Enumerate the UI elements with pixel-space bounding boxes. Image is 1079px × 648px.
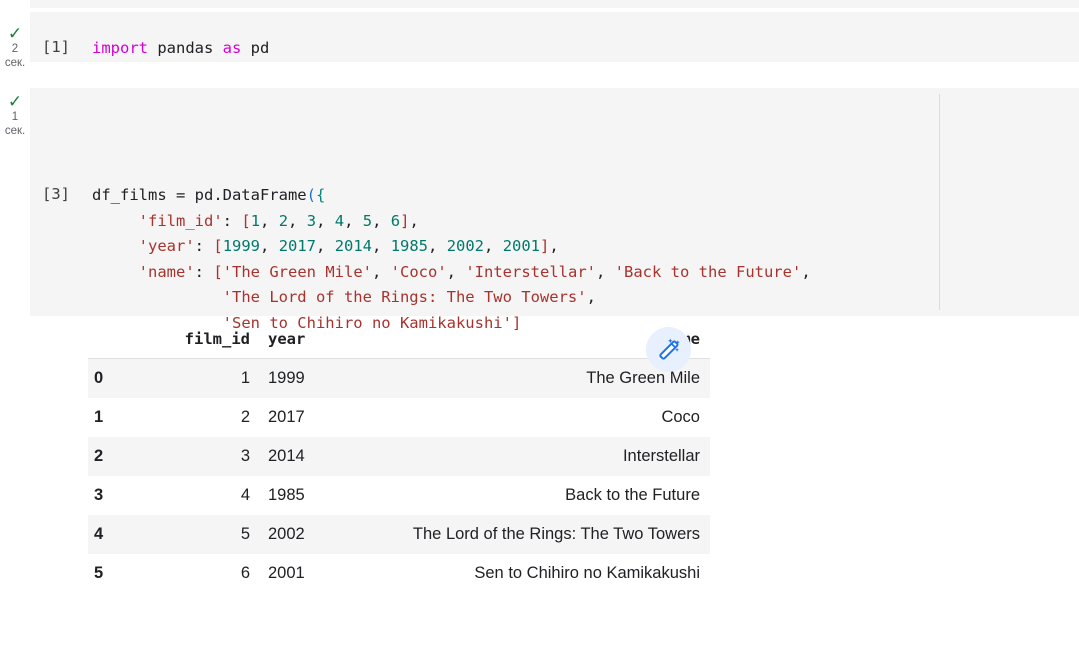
cell-name: Sen to Chihiro no Kamikakushi <box>332 554 710 593</box>
execution-status-cell-1: ✓ 2 сек. <box>0 26 30 70</box>
code-editor-cell-1[interactable]: import pandas as pd <box>92 36 269 62</box>
cell-prompt-label: [1] <box>42 38 70 56</box>
cell-year: 2014 <box>258 437 332 476</box>
cell-year: 2002 <box>258 515 332 554</box>
cell-film-id: 3 <box>134 437 258 476</box>
cell-index: 3 <box>88 476 134 515</box>
code-token-keyword-import: import <box>92 39 148 57</box>
code-token-module-pandas: pandas <box>148 39 223 57</box>
cell-film-id: 1 <box>134 359 258 399</box>
code-cell-partial-above <box>30 0 1079 8</box>
check-icon: ✓ <box>0 94 30 110</box>
execution-status-cell-2: ✓ 1 сек. <box>0 94 30 138</box>
magic-wand-icon <box>656 337 682 363</box>
cell-film-id: 4 <box>134 476 258 515</box>
dataframe-table: film_id year name 0 1 1999 The Green Mil… <box>88 330 710 593</box>
code-cell-1[interactable]: [1] import pandas as pd <box>30 12 1079 62</box>
cell-name: Back to the Future <box>332 476 710 515</box>
dataframe-body: 0 1 1999 The Green Mile 1 2 2017 Coco 2 … <box>88 359 710 594</box>
cell-index: 4 <box>88 515 134 554</box>
check-icon: ✓ <box>0 26 30 42</box>
table-row: 0 1 1999 The Green Mile <box>88 359 710 399</box>
table-row: 2 3 2014 Interstellar <box>88 437 710 476</box>
column-header-year: year <box>258 330 332 359</box>
table-row: 3 4 1985 Back to the Future <box>88 476 710 515</box>
execution-time-unit: сек. <box>0 124 30 138</box>
cell-name: Interstellar <box>332 437 710 476</box>
cell-film-id: 6 <box>134 554 258 593</box>
table-row: 4 5 2002 The Lord of the Rings: The Two … <box>88 515 710 554</box>
cell-name: Coco <box>332 398 710 437</box>
code-token-keyword-as: as <box>223 39 242 57</box>
table-row: 5 6 2001 Sen to Chihiro no Kamikakushi <box>88 554 710 593</box>
cell-year: 1985 <box>258 476 332 515</box>
cell-year: 2001 <box>258 554 332 593</box>
cell-index: 5 <box>88 554 134 593</box>
cell-film-id: 5 <box>134 515 258 554</box>
column-header-index <box>88 330 134 359</box>
code-token-alias-pd: pd <box>241 39 269 57</box>
cell-index: 2 <box>88 437 134 476</box>
cell-name: The Lord of the Rings: The Two Towers <box>332 515 710 554</box>
cell-index: 0 <box>88 359 134 399</box>
notebook-canvas: ✓ 2 сек. [1] import pandas as pd ✓ 1 сек… <box>0 0 1079 648</box>
table-header-row: film_id year name <box>88 330 710 359</box>
dataframe-header: film_id year name <box>88 330 710 359</box>
dataframe-output: film_id year name 0 1 1999 The Green Mil… <box>88 330 710 593</box>
execution-time-value: 2 <box>0 42 30 56</box>
column-header-film-id: film_id <box>134 330 258 359</box>
cell-year: 2017 <box>258 398 332 437</box>
execution-time-unit: сек. <box>0 56 30 70</box>
table-row: 1 2 2017 Coco <box>88 398 710 437</box>
code-cell-2[interactable]: [3] df_films = pd.DataFrame({ 'film_id':… <box>30 88 1079 316</box>
cell-prompt-label: [3] <box>42 185 70 203</box>
editor-ruler-guide <box>939 94 940 310</box>
cell-year: 1999 <box>258 359 332 399</box>
magic-wand-button[interactable] <box>646 327 691 372</box>
execution-time-value: 1 <box>0 110 30 124</box>
cell-film-id: 2 <box>134 398 258 437</box>
cell-index: 1 <box>88 398 134 437</box>
